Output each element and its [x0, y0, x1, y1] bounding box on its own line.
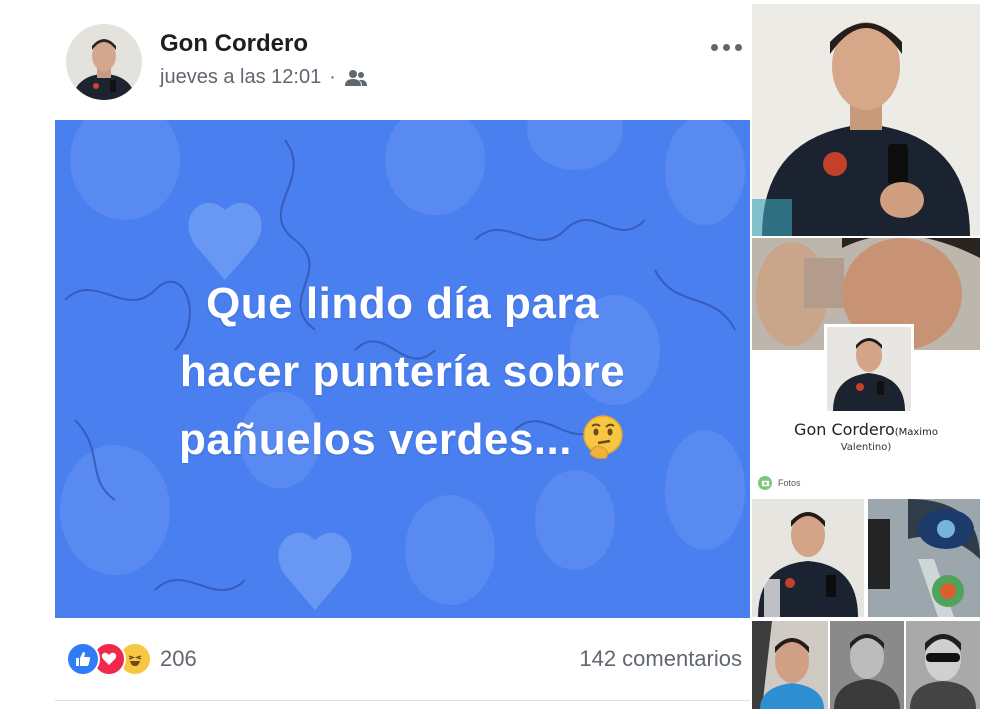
reaction-count[interactable]: 206 — [160, 646, 197, 672]
photo-thumbnail[interactable] — [906, 621, 980, 709]
post-meta: jueves a las 12:01 · — [160, 66, 368, 89]
facebook-post: Gon Cordero jueves a las 12:01 · Que lin… — [0, 0, 752, 714]
photos-section-header[interactable]: Fotos — [758, 476, 801, 490]
thinking-face-icon — [583, 415, 623, 459]
like-icon[interactable] — [66, 642, 100, 676]
post-background-banner[interactable]: Que lindo día para hacer puntería sobre … — [55, 120, 750, 618]
author-name[interactable]: Gon Cordero — [160, 30, 308, 58]
profile-collage: Gon Cordero(Maximo Valentino) Fotos — [752, 4, 980, 710]
author-avatar[interactable] — [66, 24, 142, 100]
friends-icon[interactable] — [344, 68, 368, 88]
post-text: Que lindo día para hacer puntería sobre … — [55, 270, 750, 474]
profile-picture[interactable] — [824, 324, 914, 414]
photo-thumbnail[interactable] — [830, 621, 904, 709]
post-text-line: pañuelos verdes... — [55, 406, 750, 474]
photos-icon — [758, 476, 772, 490]
photo-selfie[interactable] — [752, 4, 980, 236]
post-text-line: Que lindo día para — [206, 279, 599, 328]
divider — [55, 700, 750, 701]
photo-thumbnail[interactable] — [752, 499, 864, 617]
post-timestamp[interactable]: jueves a las 12:01 — [160, 66, 321, 89]
reactions-bar[interactable]: 206 — [66, 642, 197, 676]
comments-count-link[interactable]: 142 comentarios — [579, 646, 742, 672]
post-text-line: hacer puntería sobre — [179, 347, 626, 396]
photo-thumbnail[interactable] — [868, 499, 980, 617]
profile-name[interactable]: Gon Cordero(Maximo — [752, 420, 980, 439]
profile-name-extra-line: Valentino) — [840, 442, 892, 453]
profile-name-text: Gon Cordero — [794, 420, 895, 439]
meta-separator: · — [329, 66, 336, 88]
more-options-icon[interactable] — [706, 36, 746, 58]
post-text-line-content: pañuelos verdes... — [179, 415, 572, 464]
more-dot — [734, 43, 742, 51]
profile-name-extra: (Maximo — [894, 427, 938, 438]
more-dot — [722, 43, 730, 51]
photos-label: Fotos — [778, 478, 801, 488]
more-dot — [710, 43, 718, 51]
photo-thumbnail[interactable] — [752, 621, 828, 709]
